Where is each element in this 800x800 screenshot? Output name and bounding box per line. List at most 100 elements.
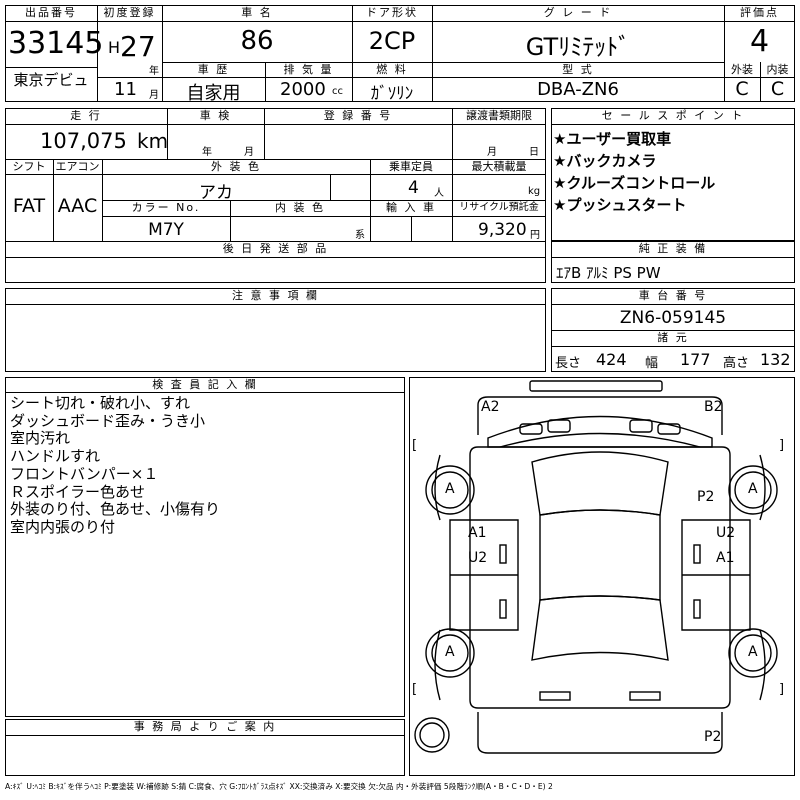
mileage: 107,075	[40, 129, 127, 153]
damage-right-door-2: A1	[716, 550, 735, 566]
inspector-note: ハンドルすれ	[10, 447, 101, 466]
interior-grade: C	[770, 78, 785, 100]
height-value: 132	[760, 350, 791, 369]
month-unit: 月	[149, 90, 159, 101]
door-type: 2CP	[368, 27, 416, 55]
bracket-left-top: [	[412, 438, 418, 453]
damage-front-left-tire: A	[445, 481, 455, 497]
exterior-grade: C	[735, 78, 749, 100]
model-code: DBA-ZN6	[537, 79, 619, 100]
damage-front-left: A2	[481, 399, 500, 415]
recycle-fee: 9,320	[478, 220, 527, 240]
year-unit: 年	[149, 66, 159, 77]
color-label: 外 装 色	[211, 160, 261, 173]
sales-points-label: セ ー ル ス ポ イ ン ト	[601, 109, 745, 122]
grade-label: グ レ ー ド	[543, 6, 613, 19]
length-label: 長さ	[555, 356, 582, 371]
history-label: 車 歴	[197, 63, 230, 76]
mileage-unit: km	[137, 129, 169, 153]
capacity-label: 乗車定員	[389, 160, 433, 173]
plate-label: 登 録 番 号	[323, 109, 393, 122]
recycle-label: リサイクル預託金	[459, 202, 539, 213]
damage-rear: P2	[704, 729, 722, 745]
fuel: ｶﾞｿﾘﾝ	[370, 84, 414, 104]
lot-number: 33145	[8, 26, 104, 61]
recycle-unit: 円	[530, 230, 540, 241]
specs-label: 諸 元	[657, 331, 689, 344]
fuel-label: 燃 料	[376, 63, 408, 76]
sales-point: ★プッシュスタート	[553, 196, 687, 214]
shift: FAT	[12, 195, 46, 217]
equipment-items: ｴｱB ｱﾙﾐ PS PW	[556, 264, 661, 282]
damage-left-door-1: A1	[468, 525, 487, 541]
capacity-unit: 人	[434, 188, 444, 199]
load-unit: kg	[528, 186, 541, 197]
model-code-label: 型 式	[562, 63, 594, 76]
ac: AAC	[57, 195, 98, 217]
chassis-label: 車 台 番 号	[638, 289, 708, 302]
exterior-label: 外装	[731, 63, 753, 76]
inspector-note: Ｒスポイラー色あせ	[10, 482, 146, 501]
damage-front-right: B2	[704, 399, 723, 415]
color-no-label: カラー No.	[131, 201, 201, 214]
inspector-note: 室内汚れ	[10, 429, 71, 448]
interior-color-unit: 系	[355, 230, 365, 241]
score-label: 評価点	[740, 6, 779, 19]
first-reg-year: 27	[120, 30, 156, 63]
transfer-label: 譲渡書類期限	[466, 109, 532, 122]
mileage-label: 走 行	[70, 109, 102, 122]
roof-strip	[529, 380, 663, 392]
damage-left-door-2: U2	[468, 550, 488, 566]
damage-rear-right-tire: A	[748, 644, 758, 660]
capacity: 4	[408, 178, 419, 198]
era-letter: H	[108, 38, 121, 57]
width-value: 177	[680, 350, 711, 369]
windshield	[531, 451, 669, 516]
bracket-left-bottom: [	[412, 682, 418, 697]
damage-front-right-tire: A	[748, 481, 758, 497]
interior-color-label: 内 装 色	[275, 201, 325, 214]
rear-window	[531, 595, 669, 661]
caution-label: 注 意 事 項 欄	[232, 289, 319, 302]
inspection-month-unit: 月	[244, 147, 254, 158]
inspector-label: 検 査 員 記 入 欄	[152, 378, 258, 391]
displacement-unit: cc	[332, 86, 343, 97]
office-label: 事 務 局 よ り ご 案 内	[133, 720, 277, 733]
color-no: M7Y	[148, 220, 184, 240]
sales-point: ★ユーザー買取車	[553, 130, 672, 148]
legend-text: A:ｷｽﾞ U:ﾍｺﾐ B:ｷｽﾞを伴うﾍｺﾐ P:要塗装 W:補修跡 S:錆 …	[5, 782, 553, 791]
inspector-note: ダッシュボード歪み・うき小	[10, 411, 206, 430]
width-label: 幅	[645, 356, 659, 371]
interior-label: 内装	[766, 63, 789, 76]
displacement: 2000	[280, 79, 326, 100]
transfer-month-unit: 月	[487, 147, 497, 158]
inspector-notes: シート切れ・破れ小、すれ ダッシュボード歪み・うき小 室内汚れ ハンドルすれ フ…	[10, 394, 221, 537]
transfer-day-unit: 日	[529, 147, 539, 158]
inspector-note: シート切れ・破れ小、すれ	[10, 394, 191, 412]
rear-bumper-outline	[477, 712, 723, 754]
car-damage-diagram	[414, 380, 778, 754]
ac-label: エアコン	[55, 160, 100, 173]
grade: GTﾘﾐﾃｯﾄﾞ	[525, 33, 631, 61]
door-label: ドア形状	[366, 6, 418, 19]
inspector-note: フロントバンパー×１	[10, 464, 159, 483]
color: アカ	[199, 183, 233, 203]
debut-label: 東京デビュ	[13, 71, 89, 89]
car-name-label: 車 名	[241, 6, 273, 19]
shift-label: シフト	[12, 160, 46, 173]
score: 4	[749, 24, 770, 59]
inspection-year-unit: 年	[202, 147, 212, 158]
lot-number-label: 出品番号	[25, 6, 77, 19]
sales-point: ★クルーズコントロール	[553, 174, 716, 192]
displacement-label: 排 気 量	[283, 63, 334, 76]
bracket-right-bottom: ]	[779, 682, 785, 697]
inspector-note: 外装のり付、色あせ、小傷有り	[10, 500, 221, 519]
damage-right-door-1: U2	[716, 525, 736, 541]
damage-rear-left-tire: A	[445, 644, 455, 660]
body-outline	[469, 446, 731, 709]
sales-point: ★バックカメラ	[553, 152, 657, 170]
inspector-note: 室内内張のり付	[10, 517, 116, 536]
history: 自家用	[186, 83, 241, 104]
length-value: 424	[596, 350, 627, 369]
chassis-number: ZN6-059145	[619, 308, 727, 328]
